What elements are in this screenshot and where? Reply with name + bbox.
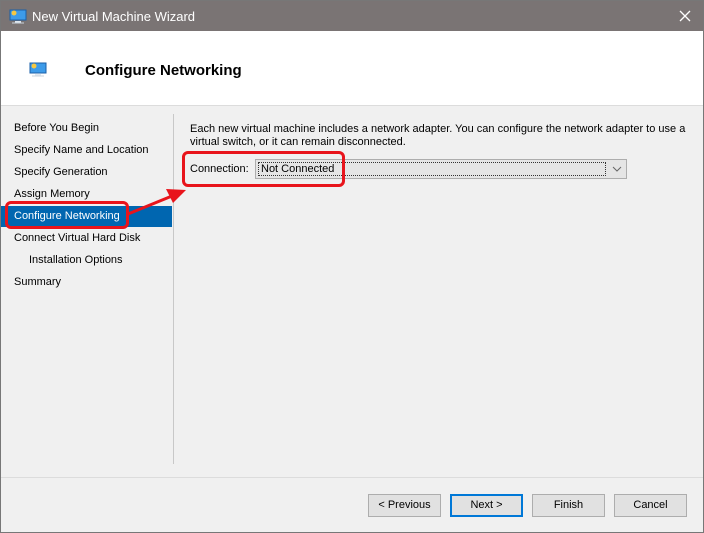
connection-selected-value: Not Connected: [258, 162, 606, 176]
monitor-icon: [9, 8, 27, 24]
page-title: Configure Networking: [85, 62, 242, 79]
cancel-button[interactable]: Cancel: [614, 494, 687, 517]
sidebar-divider: [173, 114, 174, 464]
nav-item-specify-name-and-location[interactable]: Specify Name and Location: [1, 140, 172, 161]
finish-button[interactable]: Finish: [532, 494, 605, 517]
window-title: New Virtual Machine Wizard: [32, 9, 196, 24]
wizard-window: New Virtual Machine Wizard Configure Net…: [0, 0, 704, 533]
nav-item-summary[interactable]: Summary: [1, 272, 172, 293]
description-text: Each new virtual machine includes a netw…: [190, 123, 686, 148]
content-panel: Each new virtual machine includes a netw…: [190, 123, 695, 149]
page-header: Configure Networking: [1, 31, 703, 106]
nav-item-configure-networking[interactable]: Configure Networking: [1, 206, 172, 227]
previous-button[interactable]: < Previous: [368, 494, 441, 517]
connection-label: Connection:: [190, 163, 249, 175]
close-button[interactable]: [667, 1, 703, 31]
nav-item-assign-memory[interactable]: Assign Memory: [1, 184, 172, 205]
nav-item-installation-options[interactable]: Installation Options: [1, 250, 172, 271]
nav-item-connect-virtual-hard-disk[interactable]: Connect Virtual Hard Disk: [1, 228, 172, 249]
chevron-down-icon: [612, 166, 622, 172]
title-bar: New Virtual Machine Wizard: [1, 1, 703, 31]
wizard-steps-nav: Before You Begin Specify Name and Locati…: [1, 106, 173, 464]
monitor-icon: [29, 61, 47, 77]
next-button[interactable]: Next >: [450, 494, 523, 517]
nav-item-before-you-begin[interactable]: Before You Begin: [1, 118, 172, 139]
close-icon: [679, 10, 691, 22]
connection-dropdown[interactable]: Not Connected: [255, 159, 627, 179]
footer-divider: [1, 477, 703, 478]
nav-item-specify-generation[interactable]: Specify Generation: [1, 162, 172, 183]
